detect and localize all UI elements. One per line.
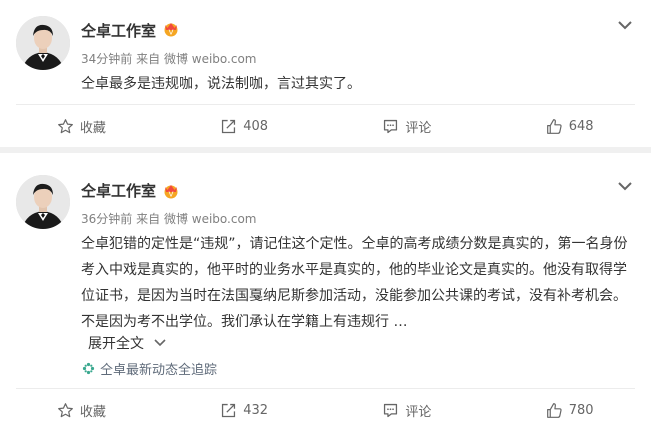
- expand-full-text-link[interactable]: 展开全文: [88, 333, 166, 353]
- repost-icon: [222, 403, 236, 417]
- weibo-post-2: 仝卓工作室 V 36分钟前 来自 微博 weibo.com 仝卓犯错的定性是“违…: [0, 153, 651, 432]
- comment-button[interactable]: 评论: [326, 390, 489, 430]
- post-text: 仝卓最多是违规咖，说法制咖，言过其实了。: [81, 76, 361, 92]
- author-avatar[interactable]: [16, 16, 70, 70]
- star-icon: [57, 118, 73, 133]
- post-text: 仝卓犯错的定性是“违规”，请记住这个定性。仝卓的高考成绩分数是真实的，第一名身份…: [81, 236, 628, 330]
- verified-badge-icon: V: [162, 182, 180, 200]
- source-prefix: 来自: [136, 212, 161, 226]
- favorite-label: 收藏: [79, 120, 106, 136]
- thumbs-up-icon: [546, 402, 562, 418]
- post-actions: 收藏 408 评论 648: [0, 106, 651, 146]
- favorite-button[interactable]: 收藏: [0, 106, 163, 146]
- sparkle-icon: [82, 362, 95, 375]
- chevron-down-icon: [154, 339, 166, 347]
- post-source[interactable]: 微博 weibo.com: [164, 212, 257, 226]
- expand-label: 展开全文: [88, 336, 144, 352]
- chevron-down-icon[interactable]: [617, 15, 633, 30]
- comment-icon: [384, 403, 398, 417]
- star-icon: [57, 402, 73, 417]
- like-count: 780: [568, 402, 594, 418]
- repost-button[interactable]: 432: [163, 390, 326, 430]
- repost-icon: [222, 119, 236, 133]
- post-time[interactable]: 36分钟前: [81, 212, 132, 226]
- post-meta: 36分钟前 来自 微博 weibo.com: [81, 210, 257, 227]
- topic-follow-link[interactable]: 仝卓最新动态全追踪: [82, 359, 217, 378]
- favorite-label: 收藏: [79, 404, 106, 420]
- source-prefix: 来自: [136, 52, 161, 66]
- thumbs-up-icon: [546, 118, 562, 134]
- favorite-button[interactable]: 收藏: [0, 390, 163, 430]
- author-avatar[interactable]: [16, 175, 70, 229]
- author-name[interactable]: 仝卓工作室: [81, 180, 156, 201]
- post-time[interactable]: 34分钟前: [81, 52, 132, 66]
- like-button[interactable]: 780: [488, 390, 651, 430]
- comment-button[interactable]: 评论: [326, 106, 489, 146]
- author-name[interactable]: 仝卓工作室: [81, 20, 156, 41]
- svg-text:V: V: [169, 191, 174, 199]
- verified-badge-icon: V: [162, 20, 180, 38]
- follow-link-label: 仝卓最新动态全追踪: [100, 363, 218, 378]
- like-button[interactable]: 648: [488, 106, 651, 146]
- repost-count: 432: [243, 402, 269, 418]
- comment-icon: [384, 119, 398, 133]
- repost-button[interactable]: 408: [163, 106, 326, 146]
- like-count: 648: [568, 118, 594, 134]
- svg-text:V: V: [169, 29, 174, 37]
- chevron-down-icon[interactable]: [617, 176, 633, 191]
- divider: [16, 104, 635, 105]
- comment-label: 评论: [405, 404, 432, 420]
- comment-label: 评论: [405, 120, 432, 136]
- post-source[interactable]: 微博 weibo.com: [164, 52, 257, 66]
- repost-count: 408: [243, 118, 269, 134]
- weibo-post-1: 仝卓工作室 V 34分钟前 来自 微博 weibo.com 仝卓最多是违规咖，说…: [0, 0, 651, 147]
- post-meta: 34分钟前 来自 微博 weibo.com: [81, 50, 257, 67]
- post-actions: 收藏 432 评论 780: [0, 390, 651, 430]
- divider: [16, 388, 635, 389]
